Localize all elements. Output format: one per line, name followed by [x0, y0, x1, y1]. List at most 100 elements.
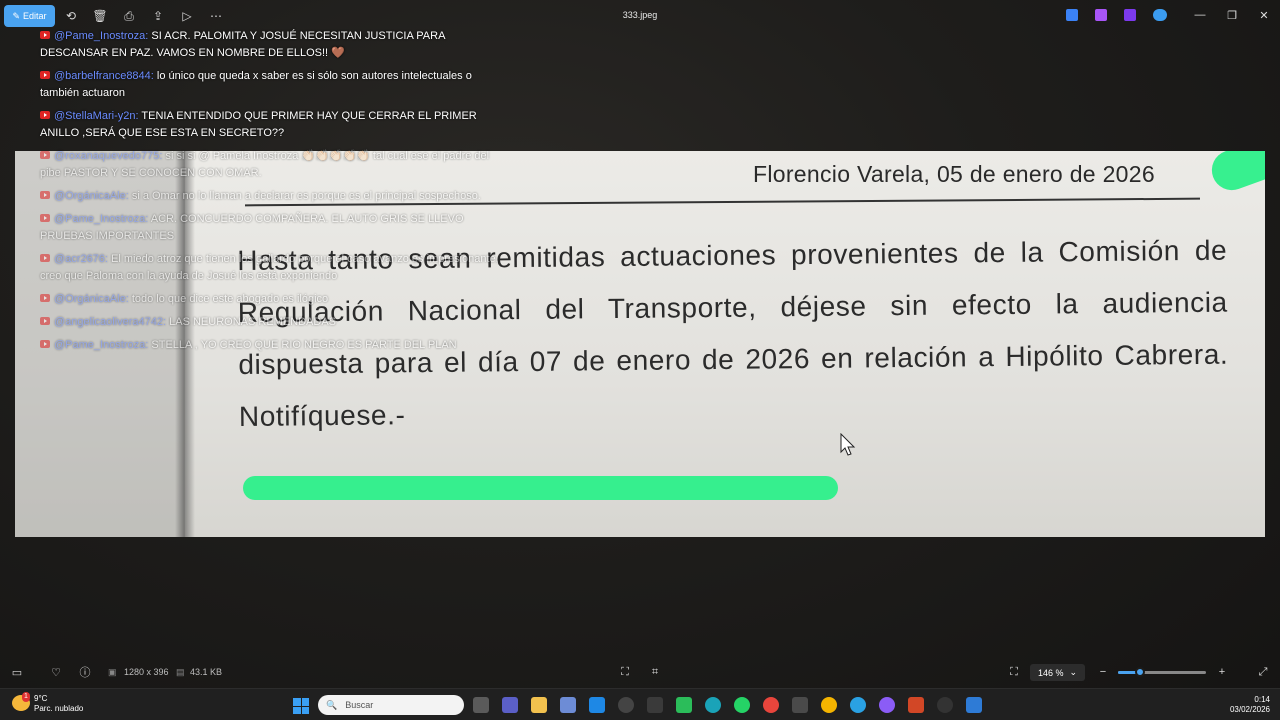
start-button[interactable]: [293, 698, 309, 714]
chat-text: LAS NEURONAS REMENDADAS: [169, 316, 337, 328]
chrome-icon[interactable]: [763, 697, 779, 713]
zoom-slider-thumb[interactable]: [1135, 667, 1145, 677]
text-detect-icon[interactable]: ⌗: [648, 665, 662, 679]
youtube-icon: [40, 214, 50, 222]
clock-time: 0:14: [1254, 695, 1270, 704]
close-icon[interactable]: ✕: [1257, 8, 1271, 22]
maximize-icon[interactable]: ❐: [1225, 8, 1239, 22]
favorite-heart-icon[interactable]: ♡: [49, 665, 63, 679]
app-icon-clipchamp[interactable]: [1095, 9, 1107, 21]
chat-username: @OrgánicaAle:: [54, 190, 129, 202]
chat-username: @barbelfrance8844:: [54, 70, 154, 82]
youtube-icon: [40, 191, 50, 199]
weather-badge: 1: [22, 692, 30, 702]
chat-username: @acr2676:: [54, 253, 108, 265]
youtube-icon: [40, 111, 50, 119]
edge-icon[interactable]: [705, 697, 721, 713]
zoom-level: 146 %: [1037, 667, 1064, 678]
print-icon[interactable]: ⎙: [122, 9, 136, 23]
chat-message: @barbelfrance8844: lo único que queda x …: [40, 68, 500, 102]
teams-icon[interactable]: [502, 697, 518, 713]
window-title: 333.jpeg: [622, 10, 658, 20]
info-icon[interactable]: ⓘ: [78, 665, 92, 679]
app-icon-photos-editor[interactable]: [1124, 9, 1136, 21]
pencil-icon: ✎: [12, 10, 21, 21]
fit-screen-icon[interactable]: ⛶: [1007, 665, 1021, 679]
chrome-profile-icon[interactable]: [821, 697, 837, 713]
chat-message: @StellaMari-y2n: TENIA ENTENDIDO QUE PRI…: [40, 108, 500, 142]
green-highlight-corner: [1206, 151, 1265, 196]
chat-message: @OrgánicaAle: si a Omar no lo llaman a d…: [40, 188, 500, 205]
chat-message: @OrgánicaAle: todo lo que dice este abog…: [40, 291, 500, 308]
zoom-slider[interactable]: [1118, 667, 1206, 677]
windows-taskbar: 1 9°C Parc. nublado 🔍 Buscar 0:14 03/02/…: [0, 688, 1280, 720]
crop-icon[interactable]: ⛶: [618, 665, 632, 679]
slideshow-icon[interactable]: ▷: [180, 9, 194, 23]
chat-text: si a Omar no lo llaman a declarar es por…: [131, 190, 481, 202]
app-icon-designer[interactable]: [1066, 9, 1078, 21]
rotate-icon[interactable]: ⟲: [64, 9, 78, 23]
whatsapp-icon[interactable]: [734, 697, 750, 713]
filmstrip-icon[interactable]: ▭: [10, 665, 24, 679]
zoom-in-icon[interactable]: +: [1215, 665, 1229, 679]
youtube-icon: [40, 71, 50, 79]
onedrive-icon[interactable]: [1153, 9, 1167, 21]
share-icon[interactable]: ⇪: [151, 9, 165, 23]
chat-text: El miedo atroz que tienen los gallardo p…: [40, 253, 499, 282]
chat-username: @OrgánicaAle:: [54, 293, 129, 305]
minimize-icon[interactable]: —: [1193, 8, 1207, 22]
edit-button[interactable]: ✎ Editar: [4, 5, 55, 27]
mouse-cursor-icon: [840, 433, 856, 456]
youtube-icon: [40, 317, 50, 325]
clock-date: 03/02/2026: [1229, 705, 1270, 714]
media-player-icon[interactable]: [937, 697, 953, 713]
chat-username: @angelicaolivera4742:: [54, 316, 167, 328]
chat-username: @roxanaquevedo775:: [54, 150, 163, 162]
status-bar: ▭ ♡ ⓘ ▣ 1280 x 396 ▤ 43.1 KB ⛶ ⌗ ⛶ 146 %…: [0, 660, 1280, 684]
youtube-icon: [40, 340, 50, 348]
chevron-down-icon: ⌄: [1069, 667, 1078, 677]
weather-condition: Parc. nublado: [34, 704, 84, 713]
chat-message: @Pame_Inostroza: ACR. CONCUERDO COMPAÑER…: [40, 211, 500, 245]
delete-icon[interactable]: 🗑: [92, 9, 107, 23]
edit-button-label: Editar: [23, 11, 47, 21]
more-options-icon[interactable]: ⋯: [209, 9, 223, 23]
chat-message: @acr2676: El miedo atroz que tienen los …: [40, 251, 500, 285]
image-size-icon: ▣: [108, 667, 117, 677]
app-icon-green[interactable]: [676, 697, 692, 713]
youtube-icon: [40, 294, 50, 302]
fullscreen-icon[interactable]: ⤢: [1256, 665, 1270, 679]
photos-icon[interactable]: [966, 697, 982, 713]
image-dimensions: 1280 x 396: [124, 667, 169, 677]
chat-message: @Pame_Inostroza: SI ACR. PALOMITA Y JOSU…: [40, 28, 500, 62]
youtube-icon: [40, 31, 50, 39]
system-clock[interactable]: 0:14 03/02/2026: [1220, 695, 1270, 715]
chat-username: @Pame_Inostroza:: [54, 213, 149, 225]
live-chat-overlay: @Pame_Inostroza: SI ACR. PALOMITA Y JOSU…: [40, 28, 500, 360]
youtube-icon: [40, 254, 50, 262]
green-highlight-stroke: [243, 476, 838, 500]
task-view-icon[interactable]: [473, 697, 489, 713]
telegram-icon[interactable]: [850, 697, 866, 713]
app-icon-red-badge[interactable]: [618, 697, 634, 713]
document-date: Florencio Varela, 05 de enero de 2026: [753, 161, 1155, 187]
store-icon[interactable]: [560, 697, 576, 713]
app-icon-purple[interactable]: [879, 697, 895, 713]
file-size: 43.1 KB: [190, 667, 223, 677]
weather-temp: 9°C: [34, 694, 48, 703]
chat-username: @Pame_Inostroza:: [54, 30, 149, 42]
powerpoint-icon[interactable]: [908, 697, 924, 713]
taskbar-search[interactable]: 🔍 Buscar: [318, 695, 464, 715]
mail-icon[interactable]: [589, 697, 605, 713]
chat-username: @StellaMari-y2n:: [54, 110, 139, 122]
app-icon-cube[interactable]: [647, 697, 663, 713]
chat-text: todo lo que dice este abogado es ilógico: [131, 293, 329, 305]
chat-message: @Pame_Inostroza: STELLA , YO CREO QUE RI…: [40, 337, 500, 354]
zoom-dropdown[interactable]: 146 % ⌄: [1030, 664, 1085, 681]
chat-message: @roxanaquevedo775: si si si @ Pamela Ino…: [40, 148, 500, 182]
app-icon-gear[interactable]: [792, 697, 808, 713]
file-explorer-icon[interactable]: [531, 697, 547, 713]
chat-username: @Pame_Inostroza:: [54, 339, 149, 351]
file-size-icon: ▤: [176, 667, 185, 677]
zoom-out-icon[interactable]: −: [1096, 665, 1110, 679]
